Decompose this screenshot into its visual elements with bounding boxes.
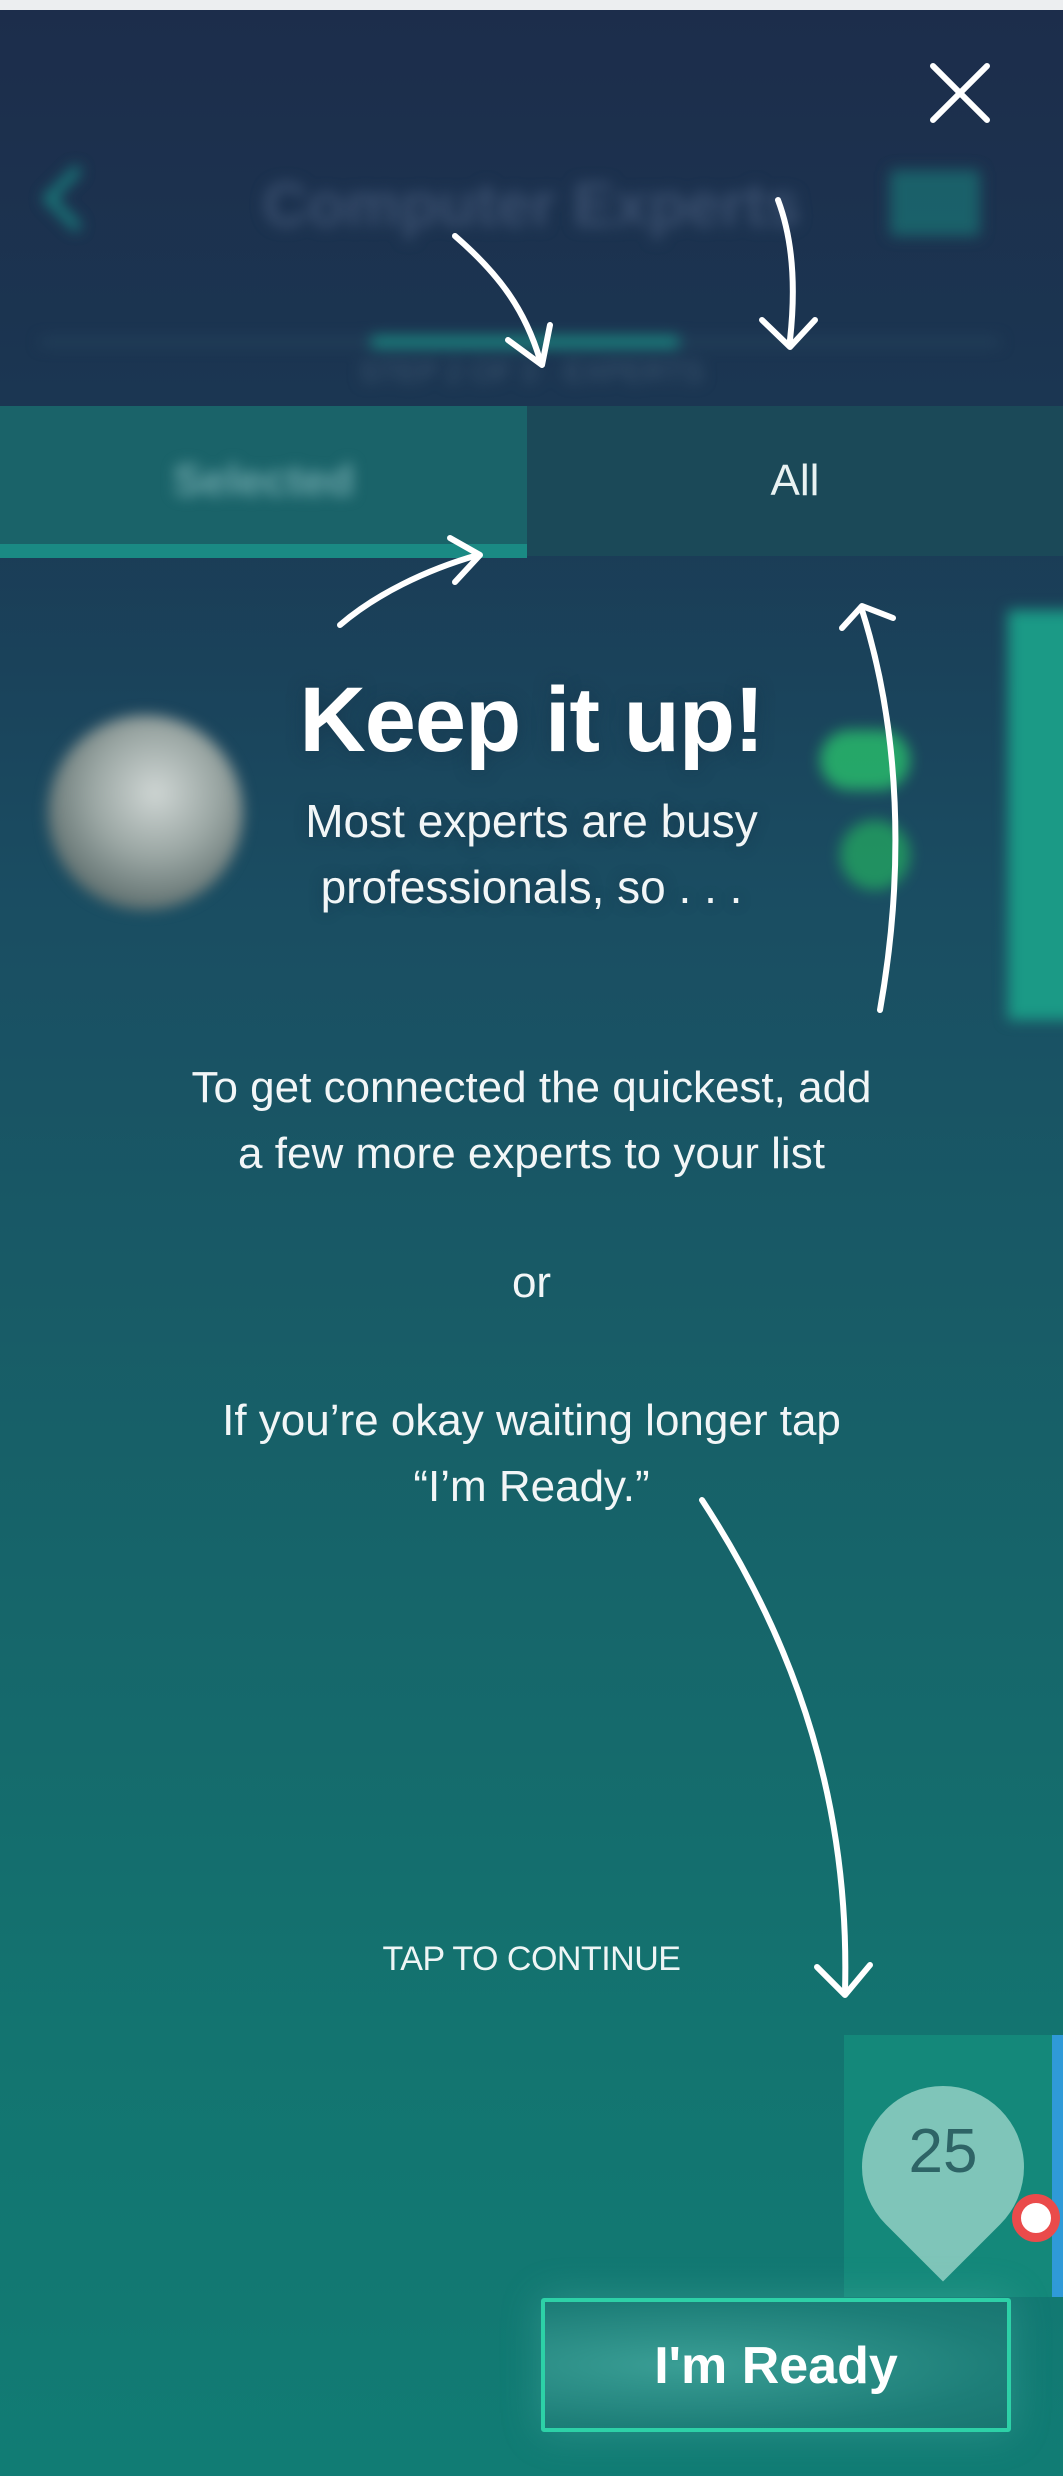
background-subtitle: STEP 2 OF 3 · EXPERTS bbox=[359, 356, 704, 389]
background-header: Computer Experts STEP 2 OF 3 · EXPERTS bbox=[0, 10, 1063, 410]
headline: Keep it up! bbox=[299, 669, 764, 771]
tap-to-continue[interactable]: TAP TO CONTINUE bbox=[0, 1940, 1063, 1979]
tab-selected[interactable]: Selected bbox=[0, 406, 527, 558]
status-dot-icon bbox=[1012, 2194, 1060, 2242]
instruction-add-experts: To get connected the quickest, add a few… bbox=[0, 1055, 1063, 1187]
menu-icon[interactable] bbox=[890, 170, 980, 236]
tab-all-label: All bbox=[770, 456, 820, 505]
tab-selected-label: Selected bbox=[173, 456, 354, 505]
instruction-wait-line-1: If you’re okay waiting longer tap bbox=[222, 1396, 841, 1445]
close-button[interactable] bbox=[925, 58, 995, 128]
subline: Most experts are busy professionals, so … bbox=[0, 788, 1063, 920]
instruction-add-experts-line-1: To get connected the quickest, add bbox=[191, 1063, 872, 1112]
badge-edge bbox=[1052, 2035, 1063, 2297]
screen: Computer Experts STEP 2 OF 3 · EXPERTS S… bbox=[0, 10, 1063, 2476]
close-icon bbox=[930, 63, 990, 123]
subline-line-2: professionals, so . . . bbox=[320, 861, 743, 913]
instruction-add-experts-line-2: a few more experts to your list bbox=[238, 1129, 825, 1178]
instruction-wait-line-2: “I’m Ready.” bbox=[413, 1462, 650, 1511]
subline-line-1: Most experts are busy bbox=[305, 795, 758, 847]
instruction-wait: If you’re okay waiting longer tap “I’m R… bbox=[0, 1388, 1063, 1520]
im-ready-label: I'm Ready bbox=[654, 2337, 898, 2395]
tab-selected-indicator bbox=[0, 544, 527, 558]
im-ready-button[interactable]: I'm Ready bbox=[541, 2298, 1011, 2432]
or-separator: or bbox=[511, 1258, 552, 1307]
progress-fill bbox=[370, 336, 680, 348]
hand-drawn-arrow-icon bbox=[699, 1497, 873, 1998]
selected-count: 25 bbox=[908, 2117, 978, 2186]
tab-all[interactable]: All bbox=[527, 406, 1063, 556]
